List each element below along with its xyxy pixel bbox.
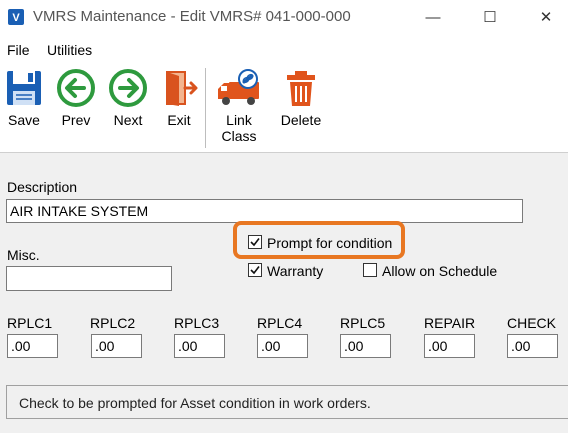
check-label: CHECK: [507, 315, 557, 331]
close-button[interactable]: ✕: [531, 4, 561, 30]
exit-door-icon: [166, 71, 198, 106]
svg-text:V: V: [12, 12, 20, 24]
arrow-left-icon: [57, 69, 95, 107]
next-button[interactable]: Next: [104, 68, 152, 128]
app-icon: V: [8, 9, 24, 25]
save-icon: [7, 71, 41, 105]
exit-button[interactable]: Exit: [155, 68, 203, 128]
menu-bar: File Utilities: [0, 34, 568, 62]
next-label: Next: [113, 112, 143, 128]
minimize-button[interactable]: —: [418, 4, 448, 30]
save-button[interactable]: Save: [0, 68, 48, 128]
exit-label: Exit: [167, 112, 191, 128]
toolbar: Save Prev Next Exit Link Class Delete: [0, 62, 568, 153]
warranty-label: Warranty: [267, 263, 324, 279]
rplc5-input[interactable]: .00: [340, 334, 391, 358]
link-class-label-line2: Class: [221, 128, 257, 144]
repair-label: REPAIR: [424, 315, 476, 331]
allow-schedule-checkbox[interactable]: [363, 263, 377, 277]
rplc4-label: RPLC4: [257, 315, 303, 331]
arrow-right-icon: [109, 69, 147, 107]
rplc2-label: RPLC2: [90, 315, 136, 331]
link-class-label-line1: Link: [226, 112, 252, 128]
rplc3-input[interactable]: .00: [174, 334, 225, 358]
warranty-checkbox[interactable]: [248, 263, 262, 277]
rplc1-input[interactable]: .00: [7, 334, 58, 358]
rplc4-input[interactable]: .00: [257, 334, 308, 358]
delete-button[interactable]: Delete: [277, 68, 325, 128]
delete-label: Delete: [280, 112, 322, 128]
status-text: Check to be prompted for Asset condition…: [19, 395, 371, 411]
rplc1-label: RPLC1: [7, 315, 53, 331]
maximize-button[interactable]: ☐: [475, 4, 505, 30]
link-class-button[interactable]: Link Class: [211, 68, 267, 144]
menu-file[interactable]: File: [7, 42, 30, 58]
status-bar: Check to be prompted for Asset condition…: [6, 385, 568, 419]
check-input[interactable]: .00: [507, 334, 558, 358]
save-label: Save: [8, 112, 40, 128]
highlight-box: [233, 221, 405, 259]
trash-icon: [287, 71, 315, 106]
misc-label: Misc.: [7, 247, 40, 263]
rplc5-label: RPLC5: [340, 315, 386, 331]
description-label: Description: [7, 179, 78, 195]
checkmark-icon: [250, 266, 260, 275]
window-title: VMRS Maintenance - Edit VMRS# 041-000-00…: [33, 8, 351, 25]
misc-input[interactable]: [6, 266, 172, 291]
prev-button[interactable]: Prev: [52, 68, 100, 128]
toolbar-separator: [205, 68, 206, 148]
description-input[interactable]: AIR INTAKE SYSTEM: [6, 199, 523, 223]
repair-input[interactable]: .00: [424, 334, 475, 358]
title-bar: V VMRS Maintenance - Edit VMRS# 041-000-…: [0, 0, 568, 34]
rplc3-label: RPLC3: [174, 315, 220, 331]
truck-link-icon: [218, 69, 259, 105]
prev-label: Prev: [61, 112, 91, 128]
allow-schedule-label: Allow on Schedule: [382, 263, 498, 279]
menu-utilities[interactable]: Utilities: [47, 42, 92, 58]
rplc2-input[interactable]: .00: [91, 334, 142, 358]
